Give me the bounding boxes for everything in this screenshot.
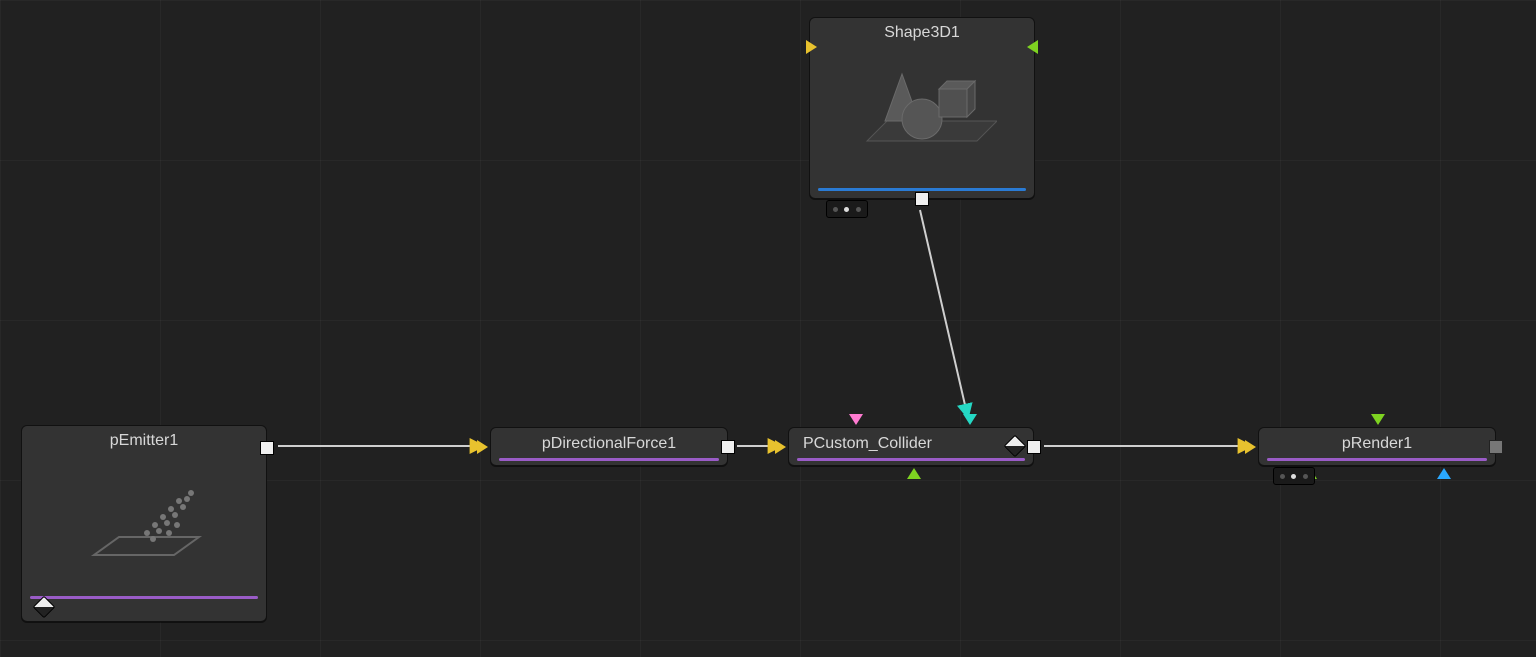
node-pemitter[interactable]: pEmitter1	[21, 425, 267, 622]
node-accent	[818, 188, 1026, 191]
node-title: Shape3D1	[810, 18, 1034, 46]
port-in-yellow-icon[interactable]	[1245, 440, 1256, 454]
node-accent	[797, 458, 1025, 461]
port-out-icon[interactable]	[260, 441, 274, 455]
node-title: pDirectionalForce1	[491, 428, 727, 457]
node-title: pEmitter1	[22, 426, 266, 454]
node-accent	[1267, 458, 1487, 461]
port-green-icon[interactable]	[907, 468, 921, 479]
port-in-yellow-icon[interactable]	[477, 440, 488, 454]
node-prender[interactable]: pRender1	[1258, 427, 1496, 466]
port-out-icon[interactable]	[721, 440, 735, 454]
node-shape3d[interactable]: Shape3D1	[809, 17, 1035, 199]
viewer-dots[interactable]	[1273, 467, 1315, 485]
port-in-green-icon[interactable]	[1027, 40, 1038, 54]
port-in-yellow-icon[interactable]	[775, 440, 786, 454]
node-graph-canvas[interactable]: Shape3D1 .node.big .accent{background:#2…	[0, 0, 1536, 657]
viewer-dots[interactable]	[826, 200, 868, 218]
node-thumbnail	[22, 454, 266, 586]
node-title: pRender1	[1259, 428, 1495, 457]
mask-icon[interactable]	[33, 596, 56, 619]
node-title: PCustom_Collider	[789, 428, 1033, 457]
port-out-icon[interactable]	[1027, 440, 1041, 454]
node-pdirectionalforce[interactable]: pDirectionalForce1	[490, 427, 728, 466]
node-thumbnail	[810, 46, 1034, 172]
port-out-icon[interactable]	[915, 192, 929, 206]
port-blue-icon[interactable]	[1437, 468, 1451, 479]
port-in-yellow-icon[interactable]	[806, 40, 817, 54]
port-out-icon[interactable]	[1489, 440, 1503, 454]
port-green-top-icon[interactable]	[1371, 414, 1385, 425]
port-aqua-icon[interactable]	[963, 414, 977, 425]
node-accent	[30, 596, 258, 599]
node-accent	[499, 458, 719, 461]
port-pink-icon[interactable]	[849, 414, 863, 425]
node-pcustom-collider[interactable]: PCustom_Collider	[788, 427, 1034, 466]
